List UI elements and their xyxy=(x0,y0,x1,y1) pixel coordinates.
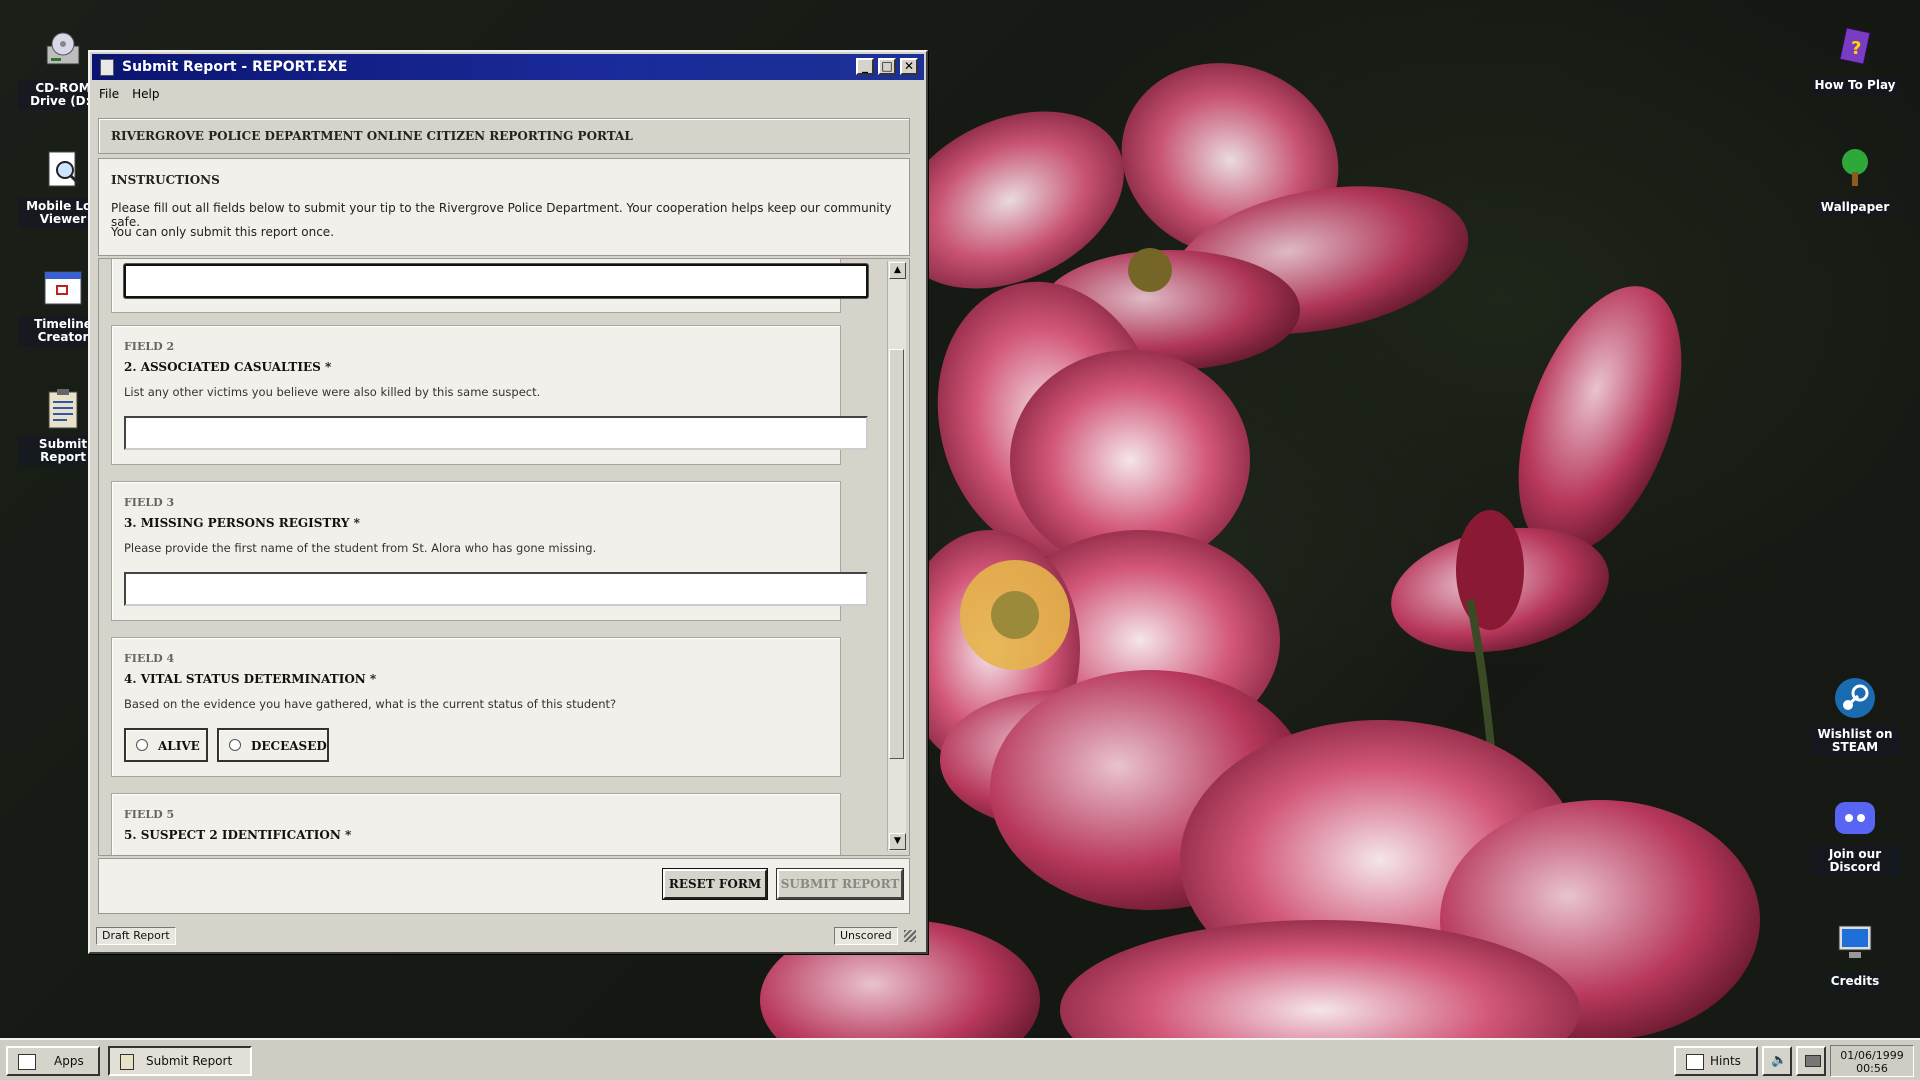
scroll-thumb[interactable] xyxy=(889,349,904,759)
desktop-icon-label: Wallpaper xyxy=(1817,199,1893,216)
clipboard-icon xyxy=(41,386,85,430)
portal-header-text: RIVERGROVE POLICE DEPARTMENT ONLINE CITI… xyxy=(111,129,633,143)
desktop-icon-label: Join our Discord xyxy=(1810,846,1900,876)
window-titlebar[interactable]: Submit Report - REPORT.EXE _ □ ✕ xyxy=(92,54,924,80)
desktop-icon-how-to-play[interactable]: ? How To Play xyxy=(1810,24,1900,94)
field-5-title: 5. SUSPECT 2 IDENTIFICATION * xyxy=(124,828,352,842)
help-book-icon: ? xyxy=(1833,24,1877,68)
desktop-icon-discord[interactable]: Join our Discord xyxy=(1810,796,1900,876)
hints-label: Hints xyxy=(1710,1054,1741,1068)
field-1-input[interactable] xyxy=(124,264,868,298)
field-3-input[interactable] xyxy=(124,572,868,606)
apps-icon xyxy=(18,1054,36,1070)
calendar-icon xyxy=(41,266,85,310)
status-draft: Draft Report xyxy=(96,927,176,945)
radio-alive-label: ALIVE xyxy=(158,739,200,753)
printer-icon xyxy=(1805,1055,1821,1067)
clock-time: 00:56 xyxy=(1856,1062,1888,1075)
field-3-box: FIELD 3 3. MISSING PERSONS REGISTRY * Pl… xyxy=(111,481,868,621)
maximize-button[interactable]: □ xyxy=(878,58,896,75)
form-footer: RESET FORM SUBMIT REPORT xyxy=(98,858,910,914)
book-icon xyxy=(1686,1054,1704,1070)
field-5-box: FIELD 5 5. SUSPECT 2 IDENTIFICATION * xyxy=(111,793,841,855)
scroll-down-button[interactable]: ▼ xyxy=(889,833,906,850)
field-5-number: FIELD 5 xyxy=(124,808,175,821)
computer-monitor-icon xyxy=(1833,920,1877,964)
field-4-title: 4. VITAL STATUS DETERMINATION * xyxy=(124,672,377,686)
menu-file[interactable]: File xyxy=(92,84,125,101)
field-2-input[interactable] xyxy=(124,416,868,450)
instructions-heading: INSTRUCTIONS xyxy=(111,173,220,187)
desktop-icon-label: Credits xyxy=(1827,973,1883,990)
radio-deceased-label: DECEASED xyxy=(251,739,327,753)
hints-button[interactable]: Hints xyxy=(1674,1046,1758,1076)
speaker-icon: 🔈 xyxy=(1771,1053,1788,1068)
magnifier-document-icon xyxy=(41,148,85,192)
start-label: Apps xyxy=(54,1054,84,1068)
taskbar-item-label: Submit Report xyxy=(146,1054,233,1068)
field-3-number: FIELD 3 xyxy=(124,496,175,509)
field-3-description: Please provide the first name of the stu… xyxy=(124,541,597,555)
desktop-icon-wallpaper[interactable]: Wallpaper xyxy=(1810,146,1900,216)
form-scrollbar[interactable]: ▲ ▼ xyxy=(887,261,906,851)
tree-icon xyxy=(1833,146,1877,190)
window-title: Submit Report - REPORT.EXE xyxy=(122,59,348,75)
field-2-number: FIELD 2 xyxy=(124,340,175,353)
scroll-up-button[interactable]: ▲ xyxy=(889,262,906,279)
field-4-radio-group: ALIVE DECEASED xyxy=(124,728,524,762)
close-button[interactable]: ✕ xyxy=(900,58,918,75)
cdrom-icon xyxy=(41,30,85,74)
start-button[interactable]: Apps xyxy=(6,1046,100,1076)
instructions-panel: INSTRUCTIONS Please fill out all fields … xyxy=(98,158,910,256)
network-tray-button[interactable] xyxy=(1796,1046,1826,1076)
radio-deceased[interactable]: DECEASED xyxy=(217,728,329,762)
form-scroll-area: FIELD 2 2. ASSOCIATED CASUALTIES * List … xyxy=(98,258,910,856)
field-4-box: FIELD 4 4. VITAL STATUS DETERMINATION * … xyxy=(111,637,841,777)
menu-bar: File Help xyxy=(92,84,924,104)
reset-form-button[interactable]: RESET FORM xyxy=(663,869,767,899)
steam-icon xyxy=(1833,676,1877,720)
clipboard-icon xyxy=(120,1054,134,1070)
minimize-button[interactable]: _ xyxy=(856,58,874,75)
radio-alive[interactable]: ALIVE xyxy=(124,728,208,762)
portal-header: RIVERGROVE POLICE DEPARTMENT ONLINE CITI… xyxy=(98,118,910,154)
taskbar: Apps Submit Report Hints 🔈 01/06/1999 00… xyxy=(0,1038,1920,1080)
clock: 01/06/1999 00:56 xyxy=(1830,1045,1914,1077)
radio-alive-circle xyxy=(136,739,148,751)
desktop-icon-label: Wishlist on STEAM xyxy=(1810,726,1900,756)
submit-report-button[interactable]: SUBMIT REPORT xyxy=(777,869,903,899)
radio-deceased-circle xyxy=(229,739,241,751)
status-score: Unscored xyxy=(834,927,898,945)
field-2-title: 2. ASSOCIATED CASUALTIES * xyxy=(124,360,332,374)
report-app-icon xyxy=(100,59,114,76)
field-4-number: FIELD 4 xyxy=(124,652,175,665)
report-window: Submit Report - REPORT.EXE _ □ ✕ File Hel… xyxy=(88,50,928,954)
field-2-description: List any other victims you believe were … xyxy=(124,385,541,399)
taskbar-item-submit-report[interactable]: Submit Report xyxy=(108,1046,252,1076)
resize-grip-icon[interactable] xyxy=(904,930,916,942)
svg-text:?: ? xyxy=(1851,38,1861,59)
instructions-line-2: You can only submit this report once. xyxy=(111,225,335,239)
status-bar: Draft Report Unscored xyxy=(92,924,924,946)
field-2-box: FIELD 2 2. ASSOCIATED CASUALTIES * List … xyxy=(111,325,868,465)
menu-help[interactable]: Help xyxy=(125,84,165,101)
field-3-title: 3. MISSING PERSONS REGISTRY * xyxy=(124,516,360,530)
clock-date: 01/06/1999 xyxy=(1840,1049,1904,1062)
field-1-box xyxy=(111,259,868,313)
desktop-icon-credits[interactable]: Credits xyxy=(1810,920,1900,990)
discord-icon xyxy=(1833,796,1877,840)
desktop-icon-steam[interactable]: Wishlist on STEAM xyxy=(1810,676,1900,756)
field-4-description: Based on the evidence you have gathered,… xyxy=(124,697,617,711)
volume-tray-button[interactable]: 🔈 xyxy=(1762,1046,1792,1076)
desktop-icon-label: How To Play xyxy=(1811,77,1899,94)
